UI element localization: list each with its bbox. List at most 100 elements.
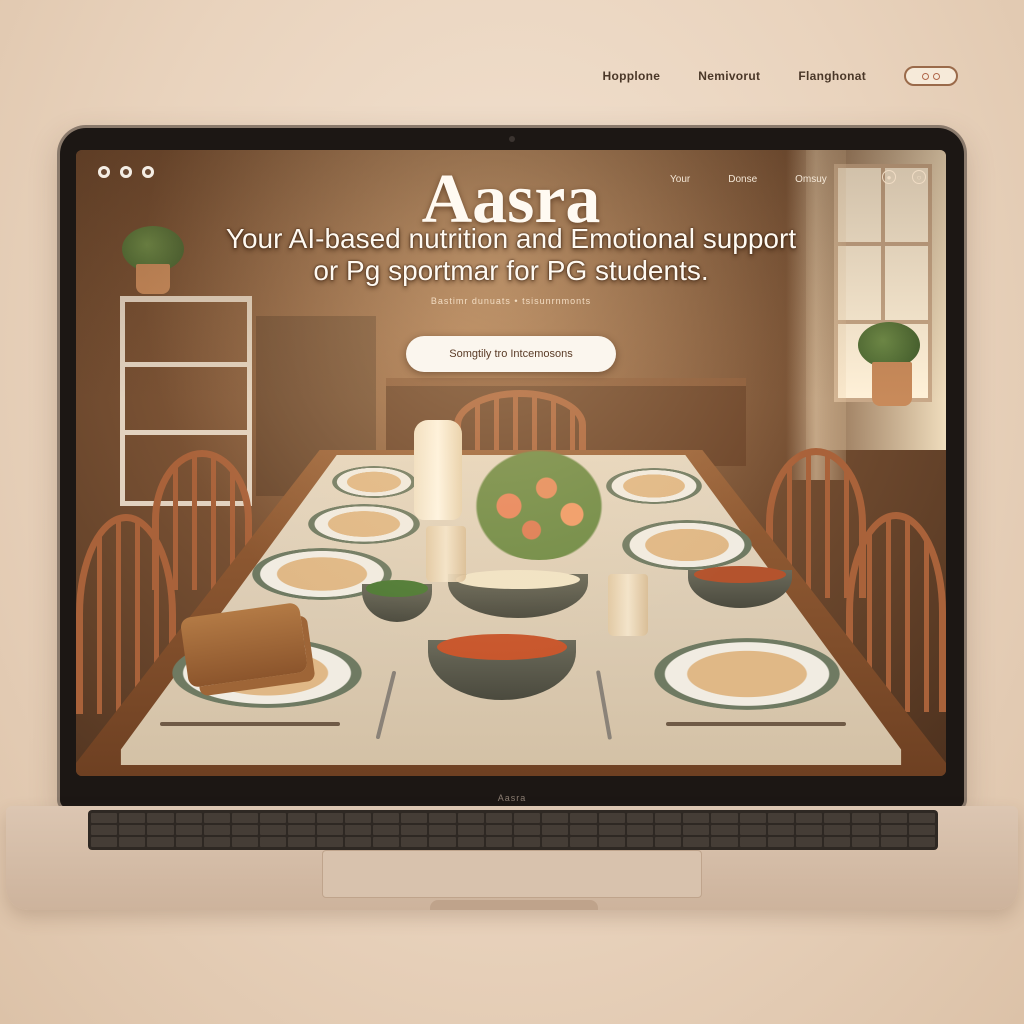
hero-tagline-line2: or Pg sportmar for PG students. <box>313 255 709 286</box>
keyboard-key <box>542 825 569 835</box>
keyboard-key <box>626 825 653 835</box>
keyboard-key <box>344 825 371 835</box>
hero-tagline-line1: Your AI-based nutrition and Emotional su… <box>225 223 797 254</box>
keyboard-key <box>824 837 851 847</box>
keyboard-key <box>147 825 174 835</box>
outer-nav: Hopplone Nemivorut Flanghonat <box>603 66 958 86</box>
keyboard-key <box>626 837 653 847</box>
keyboard-key <box>429 813 456 823</box>
keyboard-key <box>401 813 428 823</box>
keyboard-key <box>485 813 512 823</box>
keyboard-key <box>683 825 710 835</box>
keyboard-key <box>288 813 315 823</box>
keyboard-key <box>457 837 484 847</box>
keyboard-key <box>373 837 400 847</box>
keyboard-key <box>260 837 287 847</box>
laptop-notch <box>430 900 598 910</box>
keyboard-key <box>796 813 823 823</box>
keyboard-key <box>824 813 851 823</box>
keyboard-key <box>203 837 230 847</box>
keyboard-key <box>514 825 541 835</box>
laptop-base <box>6 806 1018 910</box>
keyboard-key <box>852 837 879 847</box>
keyboard-key <box>739 825 766 835</box>
keyboard-key <box>598 837 625 847</box>
keyboard-key <box>401 837 428 847</box>
keyboard-key <box>260 825 287 835</box>
keyboard-key <box>852 813 879 823</box>
keyboard-key <box>683 837 710 847</box>
keyboard-key <box>175 837 202 847</box>
keyboard-key <box>626 813 653 823</box>
toggle-switch-icon[interactable] <box>904 66 958 86</box>
keyboard-key <box>908 813 935 823</box>
outer-nav-link-3[interactable]: Flanghonat <box>798 69 866 83</box>
keyboard-key <box>711 837 738 847</box>
keyboard-key <box>908 825 935 835</box>
keyboard-key <box>232 825 259 835</box>
keyboard-key <box>570 813 597 823</box>
keyboard-key <box>316 837 343 847</box>
keyboard-key <box>344 813 371 823</box>
keyboard-key <box>739 837 766 847</box>
keyboard-key <box>852 825 879 835</box>
keyboard <box>88 810 938 850</box>
keyboard-key <box>373 813 400 823</box>
keyboard-key <box>683 813 710 823</box>
keyboard-key <box>91 825 118 835</box>
keyboard-key <box>457 825 484 835</box>
keyboard-key <box>514 813 541 823</box>
laptop-brand-label: Aasra <box>497 793 527 803</box>
keyboard-key <box>288 837 315 847</box>
keyboard-key <box>316 813 343 823</box>
keyboard-key <box>232 837 259 847</box>
trackpad[interactable] <box>322 850 702 898</box>
keyboard-key <box>119 813 146 823</box>
keyboard-key <box>767 837 794 847</box>
keyboard-key <box>175 813 202 823</box>
keyboard-key <box>542 813 569 823</box>
keyboard-key <box>401 825 428 835</box>
keyboard-key <box>796 825 823 835</box>
cta-button[interactable]: Somgtily tro Intcemosons <box>406 336 616 372</box>
page-background: Hopplone Nemivorut Flanghonat Your Donse… <box>0 0 1024 1024</box>
keyboard-key <box>203 813 230 823</box>
keyboard-key <box>147 813 174 823</box>
keyboard-key <box>457 813 484 823</box>
keyboard-key <box>880 825 907 835</box>
keyboard-key <box>147 837 174 847</box>
keyboard-key <box>908 837 935 847</box>
keyboard-key <box>429 825 456 835</box>
keyboard-key <box>655 813 682 823</box>
outer-nav-link-2[interactable]: Nemivorut <box>698 69 760 83</box>
keyboard-key <box>796 837 823 847</box>
keyboard-key <box>119 825 146 835</box>
keyboard-key <box>373 825 400 835</box>
keyboard-key <box>288 825 315 835</box>
keyboard-key <box>880 813 907 823</box>
laptop-lid: Your Donse Omsuy ● ○ Aasra Your AI-based… <box>60 128 964 808</box>
toggle-dot-icon <box>922 72 929 80</box>
keyboard-key <box>767 813 794 823</box>
keyboard-key <box>175 825 202 835</box>
keyboard-key <box>655 837 682 847</box>
keyboard-key <box>232 813 259 823</box>
keyboard-key <box>542 837 569 847</box>
keyboard-key <box>316 825 343 835</box>
keyboard-key <box>485 825 512 835</box>
outer-nav-link-1[interactable]: Hopplone <box>603 69 661 83</box>
keyboard-key <box>739 813 766 823</box>
laptop-screen: Your Donse Omsuy ● ○ Aasra Your AI-based… <box>76 150 946 776</box>
keyboard-key <box>598 825 625 835</box>
camera-icon <box>509 136 515 142</box>
keyboard-key <box>344 837 371 847</box>
keyboard-key <box>119 837 146 847</box>
keyboard-key <box>429 837 456 847</box>
keyboard-key <box>570 837 597 847</box>
toggle-dot-icon <box>933 72 940 80</box>
keyboard-key <box>260 813 287 823</box>
keyboard-key <box>824 825 851 835</box>
keyboard-key <box>880 837 907 847</box>
keyboard-key <box>655 825 682 835</box>
keyboard-key <box>485 837 512 847</box>
